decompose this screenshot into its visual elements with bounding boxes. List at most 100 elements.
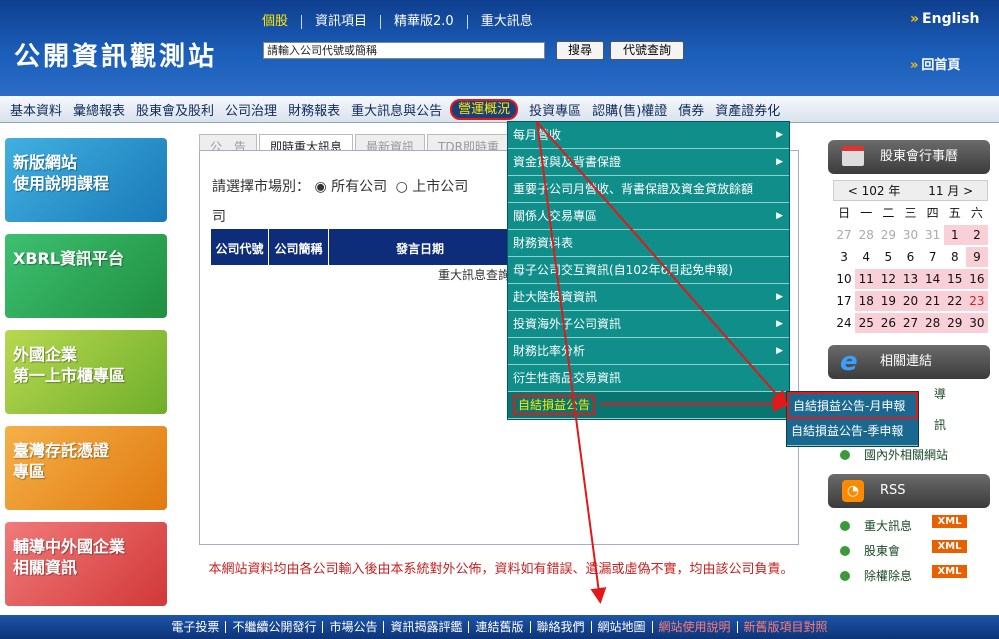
footer-sitemap[interactable]: 網站地圖: [590, 621, 652, 633]
nav-basic-info[interactable]: 基本資料: [10, 100, 62, 119]
calendar-day[interactable]: 1: [943, 225, 966, 245]
banner-tutorial[interactable]: 新版網站 使用說明課程: [5, 138, 167, 222]
calendar-day[interactable]: 21: [921, 291, 944, 311]
calendar-day[interactable]: 13: [899, 269, 922, 289]
self-settled-submenu: 自結損益公告-月申報 自結損益公告-季申報: [786, 391, 919, 447]
calendar-day[interactable]: 18: [855, 291, 878, 311]
calendar-day[interactable]: 27: [899, 313, 922, 333]
calendar-day[interactable]: 14: [921, 269, 944, 289]
submenu-quarterly[interactable]: 自結損益公告-季申報: [787, 419, 918, 446]
rss-item[interactable]: 股東會: [840, 542, 990, 559]
calendar-day[interactable]: 8: [944, 247, 966, 267]
site-logo[interactable]: 公開資訊觀測站: [14, 36, 217, 73]
menu-subsidiary-revenue[interactable]: 重要子公司月營收、背書保證及資金貸放餘額: [508, 176, 789, 203]
banner-foreign-counsel[interactable]: 輔導中外國企業 相關資訊: [5, 522, 167, 606]
calendar-day[interactable]: 2: [965, 225, 988, 245]
menu-overseas-subsidiary[interactable]: 投資海外子公司資訊 ▶: [508, 311, 789, 338]
radio-listed-icon[interactable]: ○: [396, 179, 408, 195]
nav-bonds[interactable]: 債券: [678, 100, 704, 119]
calendar-day[interactable]: 23: [965, 291, 988, 311]
footer-contact[interactable]: 聯絡我們: [529, 621, 591, 633]
footer-market-notice[interactable]: 市場公告: [322, 621, 383, 633]
nav-operations[interactable]: 營運概況: [450, 98, 519, 120]
banner-tdr[interactable]: 臺灣存託憑證 專區: [5, 426, 167, 510]
bullet-icon: [840, 450, 850, 460]
footer-disclosure-eval[interactable]: 資訊揭露評鑑: [383, 621, 468, 633]
menu-lending-guarantee[interactable]: 資金貸與及背書保證 ▶: [508, 149, 789, 176]
menu-derivatives[interactable]: 衍生性商品交易資訊: [508, 365, 789, 392]
nav-governance[interactable]: 公司治理: [225, 100, 277, 119]
footer-discontinue[interactable]: 不繼續公開發行: [225, 621, 322, 633]
nav-major-news[interactable]: 重大訊息與公告: [351, 100, 442, 119]
calendar-day[interactable]: 16: [965, 269, 988, 289]
prev-month-icon[interactable]: <: [848, 184, 858, 198]
calendar-day[interactable]: 19: [877, 291, 900, 311]
top-link-essence[interactable]: 精華版2.0: [380, 15, 467, 29]
nav-investment[interactable]: 投資專區: [529, 100, 581, 119]
calendar-day[interactable]: 31: [922, 225, 944, 245]
rss-item[interactable]: 重大訊息: [840, 517, 990, 534]
calendar-day[interactable]: 10: [833, 269, 855, 289]
link-item-overseas[interactable]: 國內外相關網站: [840, 446, 990, 463]
menu-china-investment[interactable]: 赴大陸投資資訊 ▶: [508, 284, 789, 311]
xml-badge[interactable]: XML: [932, 515, 967, 528]
menu-monthly-revenue[interactable]: 每月營收 ▶: [508, 122, 789, 149]
calendar-day[interactable]: 22: [943, 291, 966, 311]
calendar-day[interactable]: 7: [922, 247, 944, 267]
calendar-day[interactable]: 9: [965, 247, 988, 267]
radio-all-icon[interactable]: ◉: [314, 179, 326, 195]
nav-securitization[interactable]: 資產證券化: [715, 100, 780, 119]
calendar-day[interactable]: 17: [833, 291, 855, 311]
english-link[interactable]: » English: [910, 11, 980, 27]
calendar-day[interactable]: 28: [921, 313, 944, 333]
calendar-day[interactable]: 11: [855, 269, 878, 289]
footer-usage[interactable]: 網站使用說明: [651, 621, 737, 633]
nav-summary-reports[interactable]: 彙總報表: [73, 100, 125, 119]
next-month-icon[interactable]: >: [963, 184, 973, 198]
calendar-day[interactable]: 15: [943, 269, 966, 289]
search-input[interactable]: 請輸入公司代號或簡稱: [263, 42, 545, 59]
rss-label: 除權除息: [864, 569, 913, 583]
calendar-day[interactable]: 29: [877, 225, 899, 245]
nav-warrants[interactable]: 認購(售)權證: [592, 100, 667, 119]
submenu-monthly[interactable]: 自結損益公告-月申報: [787, 392, 918, 419]
menu-financial-table[interactable]: 財務資料表: [508, 230, 789, 257]
calendar-day[interactable]: 12: [877, 269, 900, 289]
nav-shareholders-dividends[interactable]: 股東會及股利: [136, 100, 214, 119]
banner-foreign-listing[interactable]: 外國企業 第一上市櫃專區: [5, 330, 167, 414]
search-button[interactable]: 搜尋: [556, 41, 604, 60]
footer-e-voting[interactable]: 電子投票: [165, 621, 225, 633]
top-links: 個股 資訊項目 精華版2.0 重大訊息: [262, 15, 546, 29]
calendar-day[interactable]: 29: [943, 313, 966, 333]
calendar-day[interactable]: 30: [965, 313, 988, 333]
calendar-day[interactable]: 25: [855, 313, 878, 333]
xml-badge[interactable]: XML: [932, 565, 967, 578]
rss-item[interactable]: 除權除息: [840, 567, 990, 584]
code-lookup-button[interactable]: 代號查詢: [610, 41, 684, 60]
menu-self-settled-profit[interactable]: 自結損益公告 ▶: [508, 392, 789, 419]
banner-xbrl[interactable]: XBRL資訊平台: [5, 234, 167, 318]
top-link-major-news[interactable]: 重大訊息: [466, 15, 546, 29]
calendar-day[interactable]: 3: [833, 247, 855, 267]
calendar-month-unit: 月: [947, 184, 960, 198]
footer-old-version[interactable]: 連結舊版: [468, 621, 529, 633]
calendar-day[interactable]: 20: [899, 291, 922, 311]
menu-parent-subsidiary[interactable]: 母子公司交互資訊(自102年6月起免申報): [508, 257, 789, 284]
double-arrow-icon: »: [910, 11, 920, 27]
calendar-day[interactable]: 5: [877, 247, 899, 267]
calendar-day[interactable]: 4: [855, 247, 877, 267]
footer-version-compare[interactable]: 新舊版項目對照: [736, 621, 834, 633]
menu-related-party[interactable]: 關係人交易專區 ▶: [508, 203, 789, 230]
home-link[interactable]: » 回首頁: [910, 54, 960, 73]
nav-financial-reports[interactable]: 財務報表: [288, 100, 340, 119]
calendar-day[interactable]: 28: [855, 225, 877, 245]
calendar-day[interactable]: 27: [833, 225, 855, 245]
calendar-day[interactable]: 30: [899, 225, 921, 245]
xml-badge[interactable]: XML: [932, 540, 967, 553]
calendar-day[interactable]: 24: [833, 313, 855, 333]
calendar-day[interactable]: 6: [899, 247, 921, 267]
top-link-stock[interactable]: 個股: [262, 15, 301, 29]
calendar-day[interactable]: 26: [877, 313, 900, 333]
top-link-info-items[interactable]: 資訊項目: [301, 15, 380, 29]
menu-financial-ratio[interactable]: 財務比率分析 ▶: [508, 338, 789, 365]
